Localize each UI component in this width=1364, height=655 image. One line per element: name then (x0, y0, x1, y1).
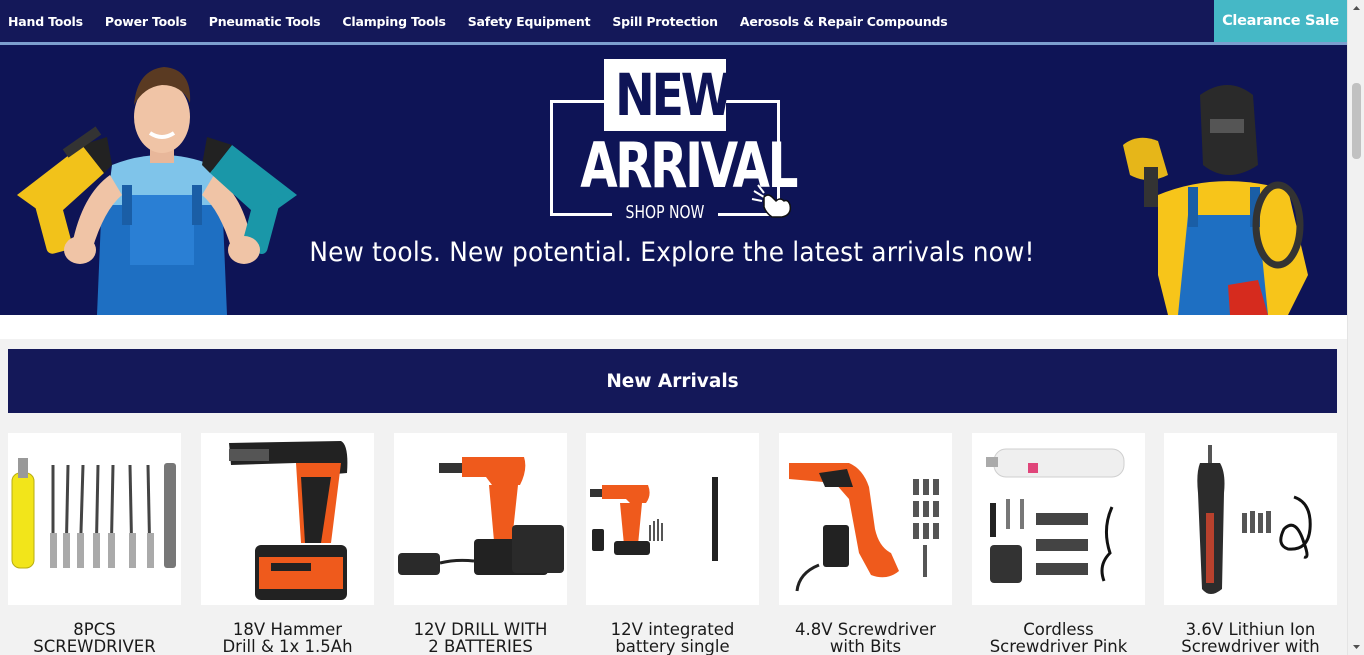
welder-worker-image (1123, 85, 1308, 315)
product-title[interactable]: 12V DRILL WITH 2 BATTERIES (394, 621, 567, 655)
product-card[interactable]: Cordless Screwdriver Pink (972, 433, 1145, 655)
product-title[interactable]: 12V integrated battery single (586, 621, 759, 655)
worker-with-drills-image (17, 67, 297, 315)
nav-item-aerosols-repair[interactable]: Aerosols & Repair Compounds (740, 14, 948, 29)
product-title-line: Screwdriver with (1181, 637, 1320, 655)
clearance-sale-button[interactable]: Clearance Sale (1214, 0, 1347, 42)
product-title-line: 12V integrated (610, 620, 735, 639)
product-image-12v-drill[interactable] (394, 433, 567, 605)
product-image-hammer-drill[interactable] (201, 433, 374, 605)
product-title-line: Cordless (1023, 620, 1094, 639)
nav-item-power-tools[interactable]: Power Tools (105, 14, 187, 29)
product-card[interactable]: 12V DRILL WITH 2 BATTERIES (394, 433, 567, 655)
hero-tagline: New tools. New potential. Explore the la… (309, 237, 1035, 268)
new-arrival-banner[interactable]: NEW ARRIVAL SHOP NOW New tools. New pote… (0, 45, 1347, 315)
product-title[interactable]: 18V Hammer Drill & 1x 1.5Ah (201, 621, 374, 655)
product-title[interactable]: 8PCS SCREWDRIVER (8, 621, 181, 655)
nav-item-clamping-tools[interactable]: Clamping Tools (342, 14, 446, 29)
product-title-line: battery single (615, 637, 730, 655)
product-title-line: 18V Hammer (232, 620, 343, 639)
product-title-line: 8PCS (73, 620, 116, 639)
scroll-up-arrow-icon[interactable] (1348, 0, 1364, 17)
product-title-line: Screwdriver Pink (989, 637, 1128, 655)
pointing-hand-icon (751, 184, 792, 218)
product-title[interactable]: 4.8V Screwdriver with Bits (779, 621, 952, 655)
product-image-integrated-battery-drill[interactable] (586, 433, 759, 605)
product-image-cordless-screwdriver-pink[interactable] (972, 433, 1145, 605)
nav-item-hand-tools[interactable]: Hand Tools (8, 14, 83, 29)
product-image-3-6v-screwdriver[interactable] (1164, 433, 1337, 605)
product-title[interactable]: 3.6V Lithiun Ion Screwdriver with (1164, 621, 1337, 655)
product-card[interactable]: 3.6V Lithiun Ion Screwdriver with (1164, 433, 1337, 655)
banner-spacer (0, 315, 1347, 339)
product-image-screwdriver-set[interactable] (8, 433, 181, 605)
product-title-line: 3.6V Lithiun Ion (1185, 620, 1316, 639)
top-nav: Hand Tools Power Tools Pneumatic Tools C… (0, 0, 1347, 42)
product-image-4-8v-screwdriver[interactable] (779, 433, 952, 605)
shop-now-link[interactable]: SHOP NOW (624, 202, 707, 224)
product-title-line: Drill & 1x 1.5Ah (222, 637, 353, 655)
nav-item-spill-protection[interactable]: Spill Protection (612, 14, 718, 29)
nav-item-safety-equipment[interactable]: Safety Equipment (468, 14, 591, 29)
product-title-line: SCREWDRIVER (33, 637, 156, 655)
product-title-line: 12V DRILL WITH (413, 620, 548, 639)
product-title-line: 2 BATTERIES (428, 637, 533, 655)
section-title: New Arrivals (606, 370, 739, 392)
product-title-line: 4.8V Screwdriver (795, 620, 936, 639)
scroll-down-arrow-icon[interactable] (1348, 638, 1364, 655)
logo-new-text: NEW (614, 61, 733, 129)
page-scrollbar[interactable] (1347, 0, 1364, 655)
product-title-line: with Bits (829, 637, 902, 655)
new-arrivals-header: New Arrivals (8, 349, 1337, 413)
nav-item-pneumatic-tools[interactable]: Pneumatic Tools (209, 14, 321, 29)
product-card[interactable]: 18V Hammer Drill & 1x 1.5Ah (201, 433, 374, 655)
product-card[interactable]: 8PCS SCREWDRIVER (8, 433, 181, 655)
product-card[interactable]: 12V integrated battery single (586, 433, 759, 655)
product-title[interactable]: Cordless Screwdriver Pink (972, 621, 1145, 655)
scrollbar-thumb[interactable] (1352, 83, 1361, 159)
product-card[interactable]: 4.8V Screwdriver with Bits (779, 433, 952, 655)
category-menu: Hand Tools Power Tools Pneumatic Tools C… (0, 0, 970, 42)
logo-arrival-text: ARRIVAL (580, 129, 798, 202)
